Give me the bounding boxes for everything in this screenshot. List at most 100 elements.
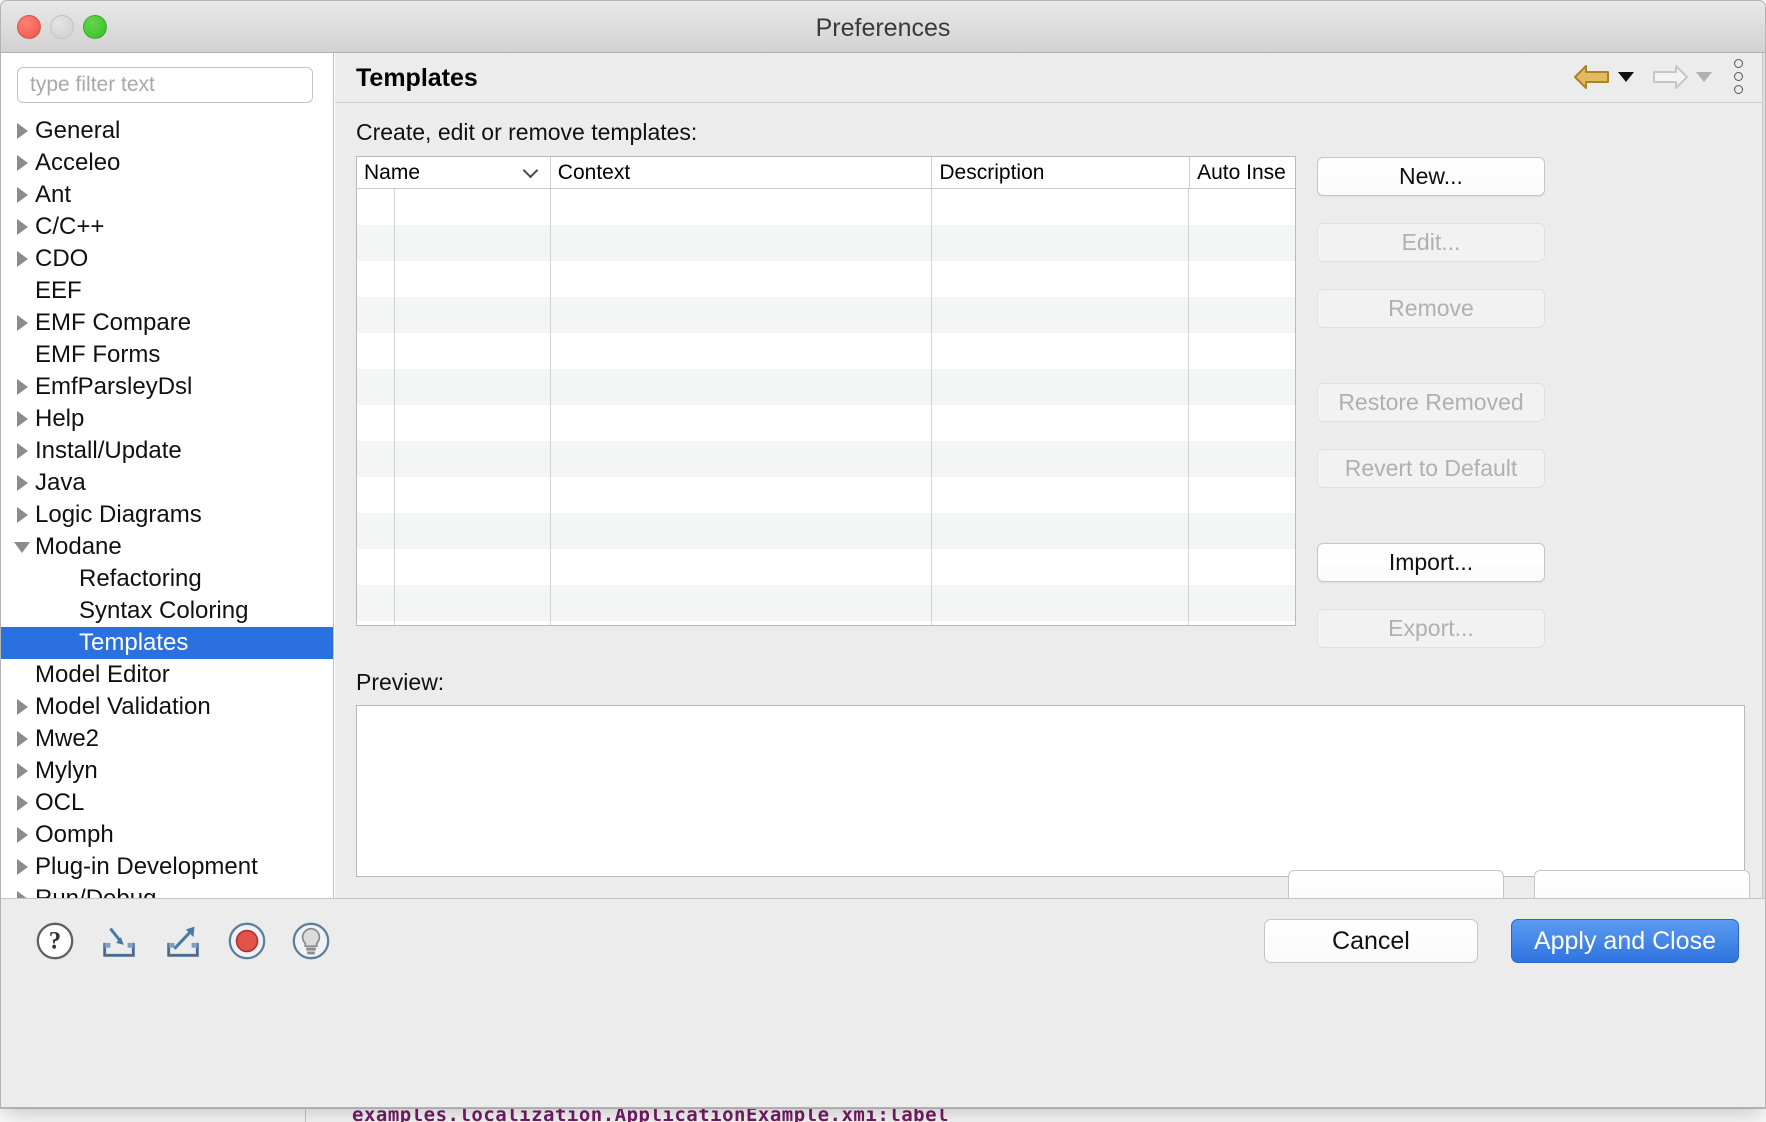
chevron-right-icon[interactable] bbox=[11, 251, 33, 267]
table-body[interactable] bbox=[357, 189, 1295, 625]
table-cell bbox=[1189, 513, 1295, 549]
back-dropdown-icon[interactable] bbox=[1618, 71, 1634, 82]
sidebar-item-model-editor[interactable]: Model Editor bbox=[1, 659, 333, 691]
new-button[interactable]: New... bbox=[1317, 157, 1545, 196]
chevron-right-icon[interactable] bbox=[11, 699, 33, 715]
restore-defaults-button-clipped[interactable] bbox=[1288, 870, 1504, 898]
chevron-right-icon[interactable] bbox=[11, 123, 33, 139]
back-button[interactable] bbox=[1564, 62, 1642, 92]
view-menu-icon[interactable] bbox=[1720, 59, 1753, 94]
sidebar-item-java[interactable]: Java bbox=[1, 467, 333, 499]
table-row[interactable] bbox=[357, 225, 1295, 261]
preferences-tree: General Acceleo Ant C/C++ CDO EEF EMF Compare E… bbox=[1, 115, 333, 898]
chevron-right-icon[interactable] bbox=[11, 507, 33, 523]
chevron-right-icon[interactable] bbox=[11, 187, 33, 203]
chevron-right-icon[interactable] bbox=[11, 379, 33, 395]
table-row[interactable] bbox=[357, 549, 1295, 585]
sidebar-item-label: Logic Diagrams bbox=[35, 501, 202, 528]
chevron-right-icon[interactable] bbox=[11, 155, 33, 171]
table-cell bbox=[932, 441, 1190, 477]
filter-input[interactable] bbox=[17, 67, 313, 103]
sidebar-item-eef[interactable]: EEF bbox=[1, 275, 333, 307]
sidebar-item-plug-in-development[interactable]: Plug-in Development bbox=[1, 851, 333, 883]
table-row[interactable] bbox=[357, 369, 1295, 405]
table-cell bbox=[357, 261, 395, 297]
record-icon[interactable] bbox=[226, 920, 268, 962]
sidebar-item-emf-compare[interactable]: EMF Compare bbox=[1, 307, 333, 339]
sidebar-item-model-validation[interactable]: Model Validation bbox=[1, 691, 333, 723]
chevron-right-icon[interactable] bbox=[11, 731, 33, 747]
table-row[interactable] bbox=[357, 189, 1295, 225]
sidebar-item-c-c[interactable]: C/C++ bbox=[1, 211, 333, 243]
sidebar-item-modane[interactable]: Modane bbox=[1, 531, 333, 563]
column-label-name: Name bbox=[364, 160, 421, 184]
chevron-right-icon[interactable] bbox=[11, 411, 33, 427]
chevron-right-icon[interactable] bbox=[11, 443, 33, 459]
sidebar-item-label: Syntax Coloring bbox=[79, 597, 249, 624]
triangle-glyph bbox=[16, 315, 28, 331]
sidebar-item-refactoring[interactable]: Refactoring bbox=[1, 563, 333, 595]
apply-button-clipped[interactable] bbox=[1534, 870, 1750, 898]
sidebar-item-syntax-coloring[interactable]: Syntax Coloring bbox=[1, 595, 333, 627]
tips-lightbulb-icon[interactable] bbox=[290, 920, 332, 962]
sidebar-item-logic-diagrams[interactable]: Logic Diagrams bbox=[1, 499, 333, 531]
sidebar-item-label: Plug-in Development bbox=[35, 853, 258, 880]
chevron-right-icon[interactable] bbox=[11, 219, 33, 235]
chevron-right-icon[interactable] bbox=[11, 475, 33, 491]
pane-scroll-strip[interactable] bbox=[1762, 53, 1765, 898]
sidebar-item-emf-forms[interactable]: EMF Forms bbox=[1, 339, 333, 371]
table-cell bbox=[395, 621, 551, 625]
table-row[interactable] bbox=[357, 405, 1295, 441]
sidebar-item-run-debug[interactable]: Run/Debug bbox=[1, 883, 333, 898]
table-cell bbox=[395, 513, 551, 549]
table-row[interactable] bbox=[357, 621, 1295, 625]
column-header-description[interactable]: Description bbox=[932, 157, 1191, 189]
sidebar-item-general[interactable]: General bbox=[1, 115, 333, 147]
table-cell bbox=[551, 405, 932, 441]
sidebar-item-oomph[interactable]: Oomph bbox=[1, 819, 333, 851]
sidebar-item-ant[interactable]: Ant bbox=[1, 179, 333, 211]
import-icon[interactable] bbox=[98, 920, 140, 962]
table-row[interactable] bbox=[357, 513, 1295, 549]
table-row[interactable] bbox=[357, 297, 1295, 333]
table-row[interactable] bbox=[357, 261, 1295, 297]
table-cell bbox=[395, 549, 551, 585]
table-cell bbox=[932, 549, 1190, 585]
edit-button: Edit... bbox=[1317, 223, 1545, 262]
import-button[interactable]: Import... bbox=[1317, 543, 1545, 582]
button-spacer bbox=[1317, 488, 1545, 543]
export-icon[interactable] bbox=[162, 920, 204, 962]
column-header-name[interactable]: Name bbox=[357, 157, 551, 189]
table-cell bbox=[357, 297, 395, 333]
table-row[interactable] bbox=[357, 585, 1295, 621]
triangle-glyph bbox=[16, 699, 28, 715]
sidebar-item-install-update[interactable]: Install/Update bbox=[1, 435, 333, 467]
chevron-right-icon[interactable] bbox=[11, 827, 33, 843]
table-cell bbox=[395, 585, 551, 621]
cancel-button[interactable]: Cancel bbox=[1263, 919, 1478, 963]
page-title: Templates bbox=[356, 64, 478, 92]
chevron-right-icon[interactable] bbox=[11, 891, 33, 898]
sidebar-item-help[interactable]: Help bbox=[1, 403, 333, 435]
column-header-context[interactable]: Context bbox=[551, 157, 933, 189]
sidebar-item-acceleo[interactable]: Acceleo bbox=[1, 147, 333, 179]
sidebar-item-ocl[interactable]: OCL bbox=[1, 787, 333, 819]
column-header-auto-insert[interactable]: Auto Inse bbox=[1190, 157, 1295, 189]
sidebar-item-mylyn[interactable]: Mylyn bbox=[1, 755, 333, 787]
chevron-right-icon[interactable] bbox=[11, 763, 33, 779]
chevron-right-icon[interactable] bbox=[11, 859, 33, 875]
table-row[interactable] bbox=[357, 333, 1295, 369]
sidebar-item-mwe2[interactable]: Mwe2 bbox=[1, 723, 333, 755]
chevron-down-icon[interactable] bbox=[11, 541, 33, 553]
sidebar-item-label: EmfParsleyDsl bbox=[35, 373, 193, 400]
sidebar-item-templates[interactable]: Templates bbox=[1, 627, 333, 659]
table-row[interactable] bbox=[357, 441, 1295, 477]
chevron-right-icon[interactable] bbox=[11, 795, 33, 811]
apply-and-close-button[interactable]: Apply and Close bbox=[1510, 919, 1739, 963]
column-label-description: Description bbox=[939, 160, 1045, 184]
help-icon[interactable]: ? bbox=[34, 920, 76, 962]
sidebar-item-cdo[interactable]: CDO bbox=[1, 243, 333, 275]
table-row[interactable] bbox=[357, 477, 1295, 513]
sidebar-item-emfparsleydsl[interactable]: EmfParsleyDsl bbox=[1, 371, 333, 403]
chevron-right-icon[interactable] bbox=[11, 315, 33, 331]
